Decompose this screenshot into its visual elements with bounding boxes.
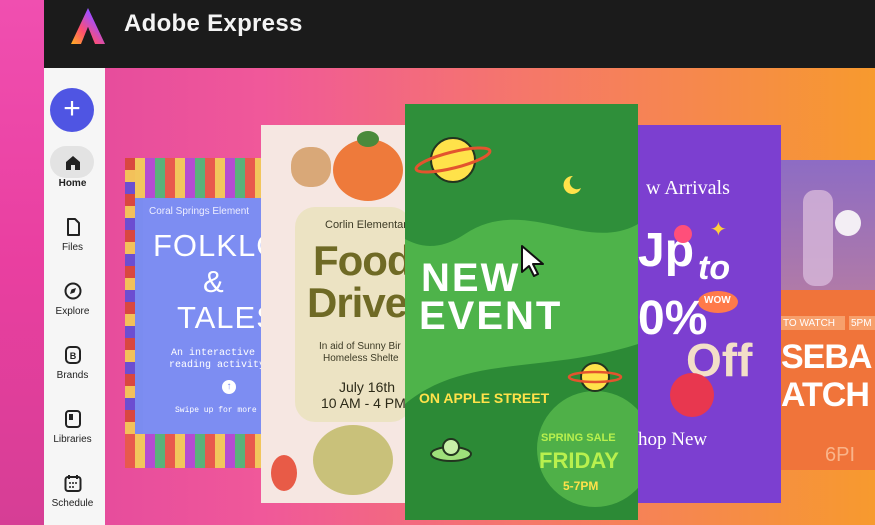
svg-text:B: B <box>69 351 76 361</box>
folklore-title-line3: TALES <box>177 300 270 335</box>
event-day: FRIDAY <box>539 448 619 473</box>
brand-icon: B <box>64 346 81 364</box>
calendar-icon <box>64 475 81 492</box>
folklore-subtitle-line2: reading activity <box>169 360 266 371</box>
baseball-ball <box>835 210 861 236</box>
compass-icon <box>64 282 81 300</box>
background-strip <box>0 0 44 525</box>
sidebar-item-label: Schedule <box>51 498 94 509</box>
player-silhouette <box>803 190 833 286</box>
arrivals-wow: WOW <box>704 295 731 306</box>
food-title-line1: Food <box>313 237 411 284</box>
event-street: ON APPLE STREET <box>419 390 550 406</box>
food-aid-line2: Homeless Shelte <box>323 353 399 364</box>
tomato-stem <box>357 131 379 147</box>
tomato-illustration <box>333 139 403 201</box>
floral-border-left <box>125 158 135 468</box>
template-showcase: Coral Springs Element FOLKLOR & TALES An… <box>105 68 875 525</box>
event-title-line2: EVENT <box>419 294 563 338</box>
food-title-line2: Drive <box>307 279 408 326</box>
folklore-org: Coral Springs Element <box>149 206 250 217</box>
floral-border-bottom <box>125 434 270 468</box>
star-decoration: ✦ <box>710 219 727 241</box>
sidebar-item-schedule[interactable]: Schedule <box>44 472 101 509</box>
sidebar-item-libraries[interactable]: Libraries <box>44 408 101 445</box>
sidebar-item-label: Home <box>58 178 87 189</box>
event-time: 5-7PM <box>563 479 599 493</box>
mouse-cursor-icon <box>521 245 544 277</box>
folklore-swipe-text: Swipe up for more in <box>175 406 270 415</box>
heart-decoration <box>674 225 692 243</box>
baseball-title-line1: SEBA <box>781 338 872 376</box>
sidebar-item-label: Libraries <box>53 434 92 445</box>
file-icon <box>66 218 80 236</box>
sidebar-item-brands[interactable]: B Brands <box>44 344 101 381</box>
library-icon <box>64 410 81 428</box>
food-aid-line1: In aid of Sunny Bir <box>319 341 401 352</box>
pepper-illustration <box>271 455 297 491</box>
folklore-title-line1: FOLKLOR <box>153 228 270 263</box>
baseball-title-line2: ATCH <box>781 376 870 414</box>
template-card-baseball[interactable]: TO WATCH 5PM SEBA ATCH 6PI <box>781 160 875 470</box>
sidebar-item-label: Explore <box>55 306 90 317</box>
sidebar: + Home Files Explore B Brands Libraries … <box>44 68 105 525</box>
sidebar-item-files[interactable]: Files <box>44 216 101 253</box>
sidebar-item-home[interactable]: Home <box>44 146 101 189</box>
folklore-subtitle-line1: An interactive <box>171 348 256 359</box>
event-sale: SPRING SALE <box>541 432 616 444</box>
food-date: July 16th <box>339 379 396 395</box>
template-card-folklore[interactable]: Coral Springs Element FOLKLOR & TALES An… <box>125 158 270 468</box>
create-button[interactable]: + <box>50 88 94 132</box>
arrow-up-icon: ↑ <box>222 380 236 394</box>
baseball-time: 6PI <box>825 444 856 466</box>
arrivals-shop: hop New <box>638 429 708 450</box>
home-icon <box>65 156 80 170</box>
app-title: Adobe Express <box>124 10 303 37</box>
baseball-tag: 5PM <box>851 318 872 329</box>
food-time: 10 AM - 4 PM <box>321 395 406 411</box>
template-card-food-drive[interactable]: Corlin Elementar Food Drive In aid of Su… <box>261 125 411 503</box>
app-header: Adobe Express <box>44 0 875 68</box>
template-card-new-arrivals[interactable]: w Arrivals Jp to WOW 0% Off ✦ hop New <box>638 125 781 503</box>
sidebar-item-explore[interactable]: Explore <box>44 280 101 317</box>
potato-illustration <box>291 147 331 187</box>
cabbage-illustration <box>313 425 393 495</box>
baseball-watch: TO WATCH <box>783 318 836 329</box>
arrivals-to: to <box>698 249 731 287</box>
floral-border-top <box>125 158 270 198</box>
template-card-new-event[interactable]: NEW EVENT ON APPLE STREET SPRING SALE FR… <box>405 104 638 520</box>
circle-decoration <box>670 373 714 417</box>
sidebar-item-label: Files <box>61 242 84 253</box>
folklore-title-line2: & <box>203 264 224 299</box>
sidebar-item-label: Brands <box>56 370 89 381</box>
food-org: Corlin Elementar <box>325 219 407 231</box>
adobe-express-logo[interactable] <box>68 6 108 46</box>
arrivals-heading: w Arrivals <box>646 177 730 199</box>
